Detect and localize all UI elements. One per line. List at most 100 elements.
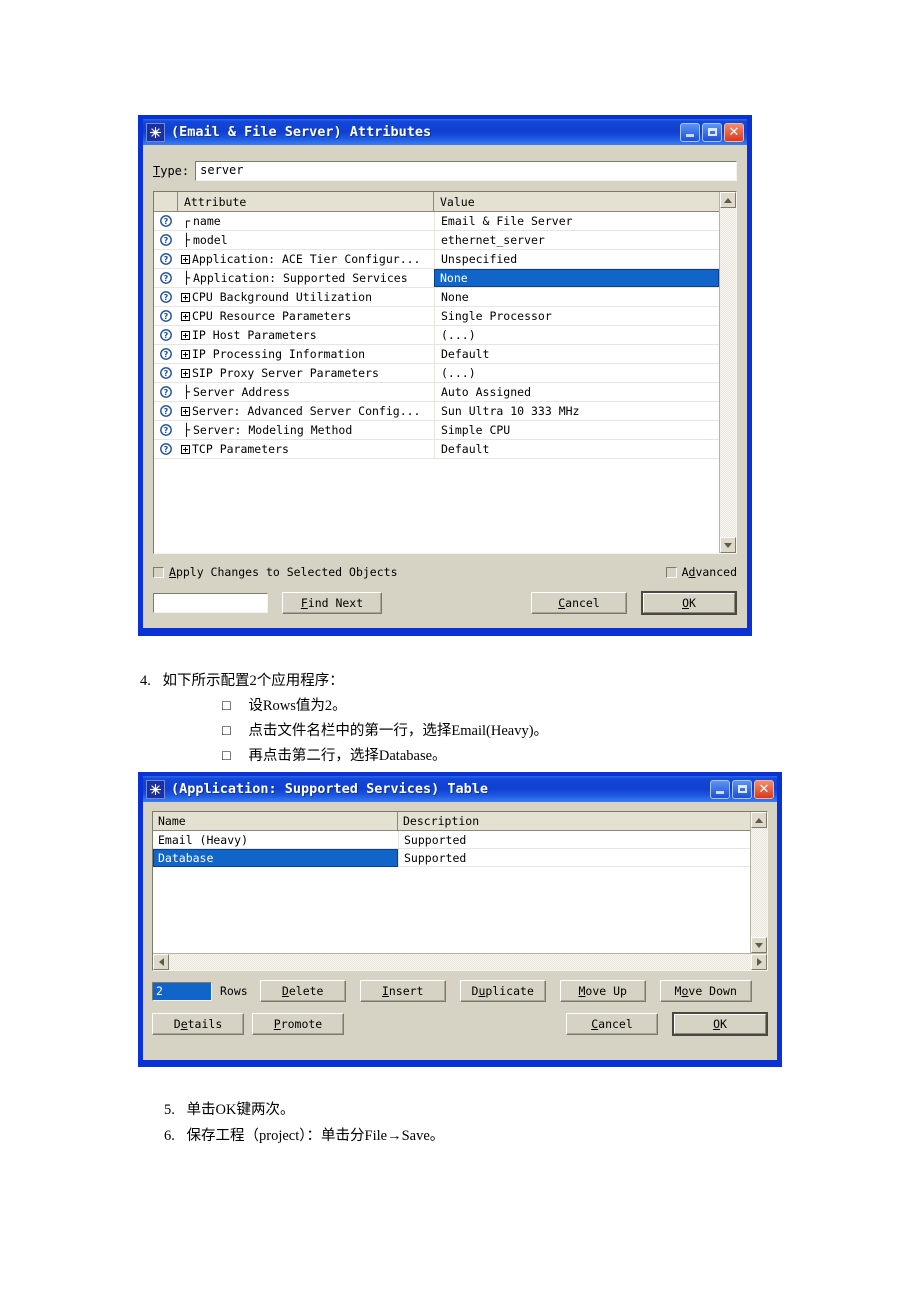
table-row[interactable]: ? CPU Resource Parameters Single Processor [154,307,719,326]
table-titlebar[interactable]: (Application: Supported Services) Table … [143,776,777,802]
maximize-icon[interactable] [732,779,752,799]
scroll-up-icon[interactable] [720,192,736,208]
close-icon[interactable]: ✕ [754,779,774,799]
table-row[interactable]: ? Application: ACE Tier Configur... Unspec… [154,250,719,269]
cancel-button[interactable]: Cancel [531,592,627,614]
row-attribute-name[interactable]: ├ Application: Supported Services [178,269,434,287]
type-input[interactable]: server [195,161,737,181]
table-row[interactable]: ? TCP Parameters Default [154,440,719,459]
row-value[interactable]: (...) [434,364,719,382]
row-attribute-name[interactable]: ├ model [178,231,434,249]
row-value[interactable]: None [434,288,719,306]
scroll-down-icon[interactable] [751,937,767,953]
service-description[interactable]: Supported [398,849,750,867]
supported-services-table-dialog[interactable]: (Application: Supported Services) Table … [138,772,782,1067]
list-item[interactable]: Email (Heavy) Supported [153,831,750,849]
rows-input[interactable]: 2 [152,981,212,1001]
table-row[interactable]: ? IP Processing Information Default [154,345,719,364]
row-help-icon[interactable]: ? [154,421,178,439]
services-horizontal-scrollbar[interactable] [153,953,767,970]
expand-icon[interactable] [181,311,190,321]
expand-icon[interactable] [181,330,190,340]
table-row[interactable]: ? ├ Application: Supported Services None [154,269,719,288]
row-value[interactable]: Single Processor [434,307,719,325]
row-attribute-name[interactable]: Application: ACE Tier Configur... [178,250,434,268]
row-attribute-name[interactable]: ┌ name [178,212,434,230]
move-up-button[interactable]: Move Up [559,980,646,1002]
row-help-icon[interactable]: ? [154,364,178,382]
promote-button[interactable]: Promote [252,1013,344,1035]
row-value[interactable]: Default [434,440,719,458]
find-next-button[interactable]: Find Next [282,592,382,614]
row-attribute-name[interactable]: Server: Advanced Server Config... [178,402,434,420]
attributes-dialog[interactable]: (Email & File Server) Attributes ✕ Type:… [138,115,752,636]
advanced-checkbox[interactable]: Advanced [665,565,737,579]
table-row[interactable]: ? IP Host Parameters (...) [154,326,719,345]
row-attribute-name[interactable]: CPU Resource Parameters [178,307,434,325]
list-item[interactable]: Database Supported [153,849,750,867]
scroll-left-icon[interactable] [153,954,169,970]
table-row[interactable]: ? SIP Proxy Server Parameters (...) [154,364,719,383]
row-value[interactable]: None [434,269,719,287]
expand-icon[interactable] [181,254,190,264]
table-row[interactable]: ? CPU Background Utilization None [154,288,719,307]
apply-changes-checkbox[interactable]: Apply Changes to Selected Objects [153,565,398,579]
duplicate-button[interactable]: Duplicate [459,980,546,1002]
attributes-titlebar[interactable]: (Email & File Server) Attributes ✕ [143,119,747,145]
row-help-icon[interactable]: ? [154,326,178,344]
row-help-icon[interactable]: ? [154,269,178,287]
row-attribute-name[interactable]: IP Host Parameters [178,326,434,344]
row-value[interactable]: ethernet_server [434,231,719,249]
advanced-checkbox-box[interactable] [665,566,677,578]
row-value[interactable]: Email & File Server [434,212,719,230]
table-row[interactable]: ? Server: Advanced Server Config... Sun Ul… [154,402,719,421]
expand-icon[interactable] [181,406,190,416]
scroll-track[interactable] [751,828,767,937]
row-attribute-name[interactable]: ├ Server Address [178,383,434,401]
maximize-icon[interactable] [702,122,722,142]
table-row[interactable]: ? ├ Server Address Auto Assigned [154,383,719,402]
minimize-icon[interactable] [680,122,700,142]
row-value[interactable]: Unspecified [434,250,719,268]
row-help-icon[interactable]: ? [154,307,178,325]
delete-button[interactable]: Delete [259,980,346,1002]
scroll-up-icon[interactable] [751,812,767,828]
row-value[interactable]: Default [434,345,719,363]
services-vertical-scrollbar[interactable] [750,812,767,953]
apply-changes-checkbox-box[interactable] [153,566,164,578]
row-help-icon[interactable]: ? [154,440,178,458]
row-help-icon[interactable]: ? [154,402,178,420]
row-attribute-name[interactable]: SIP Proxy Server Parameters [178,364,434,382]
details-button[interactable]: Details [152,1013,244,1035]
scroll-track-horizontal[interactable] [169,954,751,970]
scroll-down-icon[interactable] [720,537,736,553]
row-help-icon[interactable]: ? [154,288,178,306]
close-icon[interactable]: ✕ [724,122,744,142]
ok-button[interactable]: OK [641,591,737,615]
table-row[interactable]: ? ├ model ethernet_server [154,231,719,250]
service-description[interactable]: Supported [398,831,750,849]
row-value[interactable]: Auto Assigned [434,383,719,401]
row-value[interactable]: Simple CPU [434,421,719,439]
row-help-icon[interactable]: ? [154,250,178,268]
minimize-icon[interactable] [710,779,730,799]
find-input[interactable] [153,593,268,613]
expand-icon[interactable] [181,368,190,378]
row-attribute-name[interactable]: TCP Parameters [178,440,434,458]
ok-button[interactable]: OK [672,1012,768,1036]
insert-button[interactable]: Insert [359,980,446,1002]
row-help-icon[interactable]: ? [154,231,178,249]
table-row[interactable]: ? ├ Server: Modeling Method Simple CPU [154,421,719,440]
row-help-icon[interactable]: ? [154,345,178,363]
table-row[interactable]: ? ┌ name Email & File Server [154,212,719,231]
scroll-right-icon[interactable] [751,954,767,970]
cancel-button[interactable]: Cancel [566,1013,658,1035]
row-attribute-name[interactable]: ├ Server: Modeling Method [178,421,434,439]
expand-icon[interactable] [181,349,190,359]
expand-icon[interactable] [181,444,190,454]
service-name[interactable]: Database [153,849,398,867]
row-attribute-name[interactable]: CPU Background Utilization [178,288,434,306]
row-help-icon[interactable]: ? [154,383,178,401]
expand-icon[interactable] [181,292,190,302]
row-value[interactable]: (...) [434,326,719,344]
